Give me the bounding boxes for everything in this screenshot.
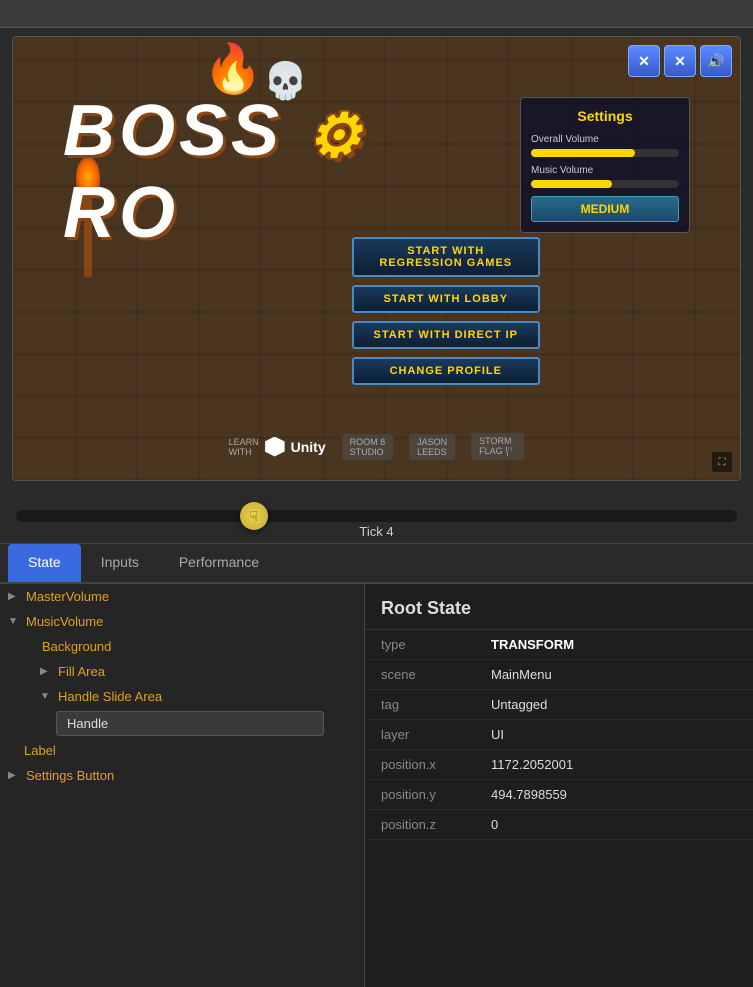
prop-key-pos-y: position.y	[381, 787, 491, 802]
arrow-music-volume: ▼	[8, 616, 20, 627]
jason-logo: JASONLEEDS	[409, 434, 455, 460]
settings-title: Settings	[531, 108, 679, 124]
game-logo: 🔥 💀 BOSS ⚙ RO	[63, 97, 483, 247]
prop-val-scene: MainMenu	[491, 667, 552, 682]
tabs-section: State Inputs Performance	[0, 544, 753, 584]
tab-inputs[interactable]: Inputs	[81, 544, 159, 582]
timeline-track[interactable]	[16, 510, 737, 522]
tree-label-music-volume: MusicVolume	[26, 614, 103, 629]
tabs-row: State Inputs Performance	[0, 544, 753, 583]
prop-row-scene: scene MainMenu	[365, 660, 753, 690]
audio-button[interactable]: 🔊	[700, 45, 732, 77]
game-title: BOSS ⚙ RO	[63, 90, 483, 254]
prop-val-pos-x: 1172.2052001	[491, 757, 573, 772]
stormflag-logo: STORMFLAG 🏴	[471, 433, 524, 460]
tree-item-background[interactable]: Background	[0, 634, 364, 659]
close-icon-2: ✕	[674, 53, 686, 70]
root-state-title: Root State	[365, 584, 753, 630]
tick-label: Tick 4	[359, 524, 393, 539]
skull-icon: 💀	[263, 60, 308, 102]
tree-item-settings-button[interactable]: ▶ Settings Button	[0, 763, 364, 788]
top-bar	[0, 0, 753, 28]
tree-item-handle-slide-area[interactable]: ▼ Handle Slide Area	[0, 684, 364, 709]
unity-logo: LEARNWITH Unity	[229, 437, 326, 457]
prop-key-type: type	[381, 637, 491, 652]
prop-key-scene: scene	[381, 667, 491, 682]
tab-state[interactable]: State	[8, 544, 81, 582]
game-preview: ✕ ✕ 🔊 Settings Overall Volume Music Volu…	[12, 36, 741, 481]
prop-key-layer: layer	[381, 727, 491, 742]
music-volume-slider[interactable]	[531, 180, 679, 188]
top-right-buttons: ✕ ✕ 🔊	[628, 45, 732, 77]
prop-row-tag: tag Untagged	[365, 690, 753, 720]
start-regression-button[interactable]: START WITHREGRESSION GAMES	[352, 237, 540, 277]
settings-panel: Settings Overall Volume Music Volume MED…	[520, 97, 690, 233]
tree-label-settings-button: Settings Button	[26, 768, 114, 783]
tab-performance[interactable]: Performance	[159, 544, 279, 582]
music-volume-fill	[531, 180, 612, 188]
overall-volume-fill	[531, 149, 635, 157]
prop-row-type: type TRANSFORM	[365, 630, 753, 660]
overall-volume-label: Overall Volume	[531, 134, 679, 145]
prop-row-pos-y: position.y 494.7898559	[365, 780, 753, 810]
right-panel: Root State type TRANSFORM scene MainMenu…	[365, 584, 753, 987]
prop-key-tag: tag	[381, 697, 491, 712]
bottom-logos: LEARNWITH Unity ROOM 8STUDIO JASONLEEDS …	[229, 433, 525, 460]
overall-volume-slider[interactable]	[531, 149, 679, 157]
tree-label-handle-slide: Handle Slide Area	[58, 689, 162, 704]
arrow-master-volume: ▶	[8, 591, 20, 602]
start-direct-ip-button[interactable]: START WITH DIRECT IP	[352, 321, 540, 349]
prop-row-pos-z: position.z 0	[365, 810, 753, 840]
change-profile-button[interactable]: CHANGE PROFILE	[352, 357, 540, 385]
tree-label-master-volume: MasterVolume	[26, 589, 109, 604]
prop-val-pos-y: 494.7898559	[491, 787, 567, 802]
music-volume-label: Music Volume	[531, 165, 679, 176]
audio-icon: 🔊	[707, 53, 724, 70]
unity-cube-icon	[265, 437, 285, 457]
prop-row-pos-x: position.x 1172.2052001	[365, 750, 753, 780]
expand-button[interactable]: ⛶	[712, 452, 732, 472]
tree-item-master-volume[interactable]: ▶ MasterVolume	[0, 584, 364, 609]
prop-val-pos-z: 0	[491, 817, 498, 832]
close-icon: ✕	[638, 53, 650, 70]
prop-row-layer: layer UI	[365, 720, 753, 750]
tree-item-music-volume[interactable]: ▼ MusicVolume	[0, 609, 364, 634]
prop-val-tag: Untagged	[491, 697, 547, 712]
timeline-thumb[interactable]	[240, 502, 268, 530]
close-button-1[interactable]: ✕	[628, 45, 660, 77]
content-area: ▶ MasterVolume ▼ MusicVolume Background …	[0, 584, 753, 987]
tree-label-fill-area: Fill Area	[58, 664, 105, 679]
arrow-settings-button: ▶	[8, 770, 20, 781]
game-bg: ✕ ✕ 🔊 Settings Overall Volume Music Volu…	[13, 37, 740, 480]
tree-item-handle[interactable]: Handle	[56, 711, 324, 736]
fire-icon: 🔥	[203, 40, 263, 97]
start-lobby-button[interactable]: START WITH LOBBY	[352, 285, 540, 313]
menu-buttons-container: START WITHREGRESSION GAMES START WITH LO…	[352, 237, 540, 385]
expand-icon: ⛶	[719, 457, 726, 468]
prop-val-type: TRANSFORM	[491, 637, 574, 652]
arrow-fill-area: ▶	[40, 666, 52, 677]
arrow-handle-slide: ▼	[40, 691, 52, 702]
tree-item-fill-area[interactable]: ▶ Fill Area	[0, 659, 364, 684]
tree-item-label[interactable]: Label	[0, 738, 364, 763]
unity-text: Unity	[291, 439, 326, 455]
prop-key-pos-z: position.z	[381, 817, 491, 832]
prop-key-pos-x: position.x	[381, 757, 491, 772]
tree-label-label: Label	[24, 743, 56, 758]
close-button-2[interactable]: ✕	[664, 45, 696, 77]
quality-button[interactable]: MEDIUM	[531, 196, 679, 222]
left-panel: ▶ MasterVolume ▼ MusicVolume Background …	[0, 584, 365, 987]
tree-label-handle: Handle	[67, 716, 108, 731]
timeline-area: Tick 4	[0, 489, 753, 544]
prop-val-layer: UI	[491, 727, 504, 742]
room8-logo: ROOM 8STUDIO	[342, 434, 394, 460]
tree-label-background: Background	[42, 639, 111, 654]
